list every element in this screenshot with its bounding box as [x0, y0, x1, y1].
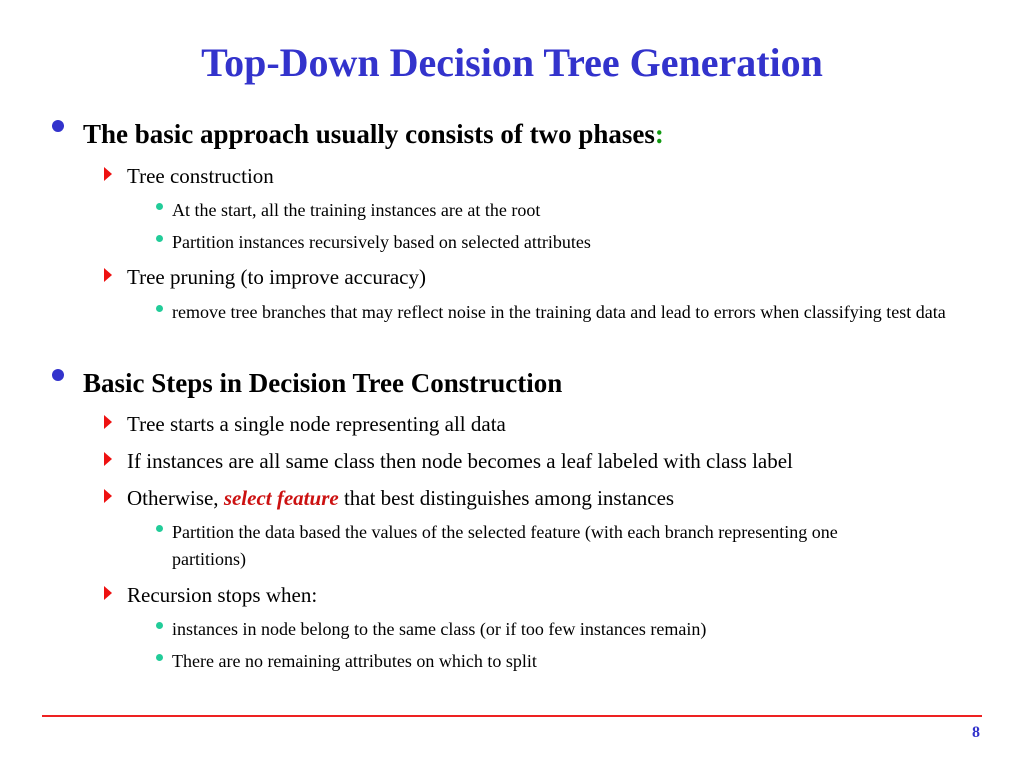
bullet-dot-icon	[156, 525, 163, 532]
bullet-circle-icon	[52, 369, 64, 381]
bullet-dot-icon	[156, 203, 163, 210]
sub-list-item: Partition instances recursively based on…	[156, 229, 972, 256]
heading-text: The basic approach usually consists of t…	[83, 119, 655, 149]
sub-list-item-text: At the start, all the training instances…	[172, 200, 541, 220]
bullet-triangle-icon	[104, 415, 112, 429]
list-item-text: Tree pruning (to improve accuracy)	[127, 265, 426, 289]
page-number: 8	[972, 724, 980, 741]
list-item-text-prefix: Otherwise,	[127, 486, 224, 510]
bullet-triangle-icon	[104, 489, 112, 503]
list-item-text-suffix: that best distinguishes among instances	[338, 486, 675, 510]
sub-list-item: instances in node belong to the same cla…	[156, 616, 972, 643]
sub-list-item: remove tree branches that may reflect no…	[156, 299, 972, 326]
list-item-text: Tree starts a single node representing a…	[127, 412, 506, 436]
list-item-text: Tree construction	[127, 164, 274, 188]
bullet-dot-icon	[156, 622, 163, 629]
sub-list-item-text: instances in node belong to the same cla…	[172, 619, 707, 639]
list-item: Otherwise, select feature that best dist…	[104, 485, 675, 511]
heading-colon: :	[654, 119, 664, 149]
section-heading-basic-steps: Basic Steps in Decision Tree Constructio…	[52, 366, 563, 400]
bullet-circle-icon	[52, 120, 64, 132]
sub-list-item: There are no remaining attributes on whi…	[156, 648, 972, 675]
list-item-text: If instances are all same class then nod…	[127, 449, 793, 473]
list-item: If instances are all same class then nod…	[104, 448, 793, 474]
bullet-dot-icon	[156, 654, 163, 661]
heading-text: Basic Steps in Decision Tree Constructio…	[83, 368, 563, 398]
bullet-triangle-icon	[104, 452, 112, 466]
sub-list-item: Partition the data based the values of t…	[156, 519, 872, 573]
sub-list-item-text: There are no remaining attributes on whi…	[172, 651, 537, 671]
emphasis-select-feature: select feature	[223, 486, 339, 510]
sub-list-item-text: Partition instances recursively based on…	[172, 232, 591, 252]
bullet-dot-icon	[156, 235, 163, 242]
list-item: Tree starts a single node representing a…	[104, 411, 506, 437]
sub-list-item: At the start, all the training instances…	[156, 197, 972, 224]
bullet-triangle-icon	[104, 586, 112, 600]
sub-list-item-text: Partition the data based the values of t…	[172, 522, 838, 569]
footer-divider	[42, 715, 982, 717]
list-item: Recursion stops when:	[104, 582, 318, 608]
bullet-triangle-icon	[104, 167, 112, 181]
bullet-dot-icon	[156, 305, 163, 312]
sub-list-item-text: remove tree branches that may reflect no…	[172, 302, 946, 322]
section-heading-phases: The basic approach usually consists of t…	[52, 117, 664, 151]
list-item-text: Recursion stops when:	[127, 583, 318, 607]
list-item: Tree construction	[104, 163, 274, 189]
slide-title: Top-Down Decision Tree Generation	[201, 40, 823, 85]
list-item: Tree pruning (to improve accuracy)	[104, 264, 426, 290]
bullet-triangle-icon	[104, 268, 112, 282]
